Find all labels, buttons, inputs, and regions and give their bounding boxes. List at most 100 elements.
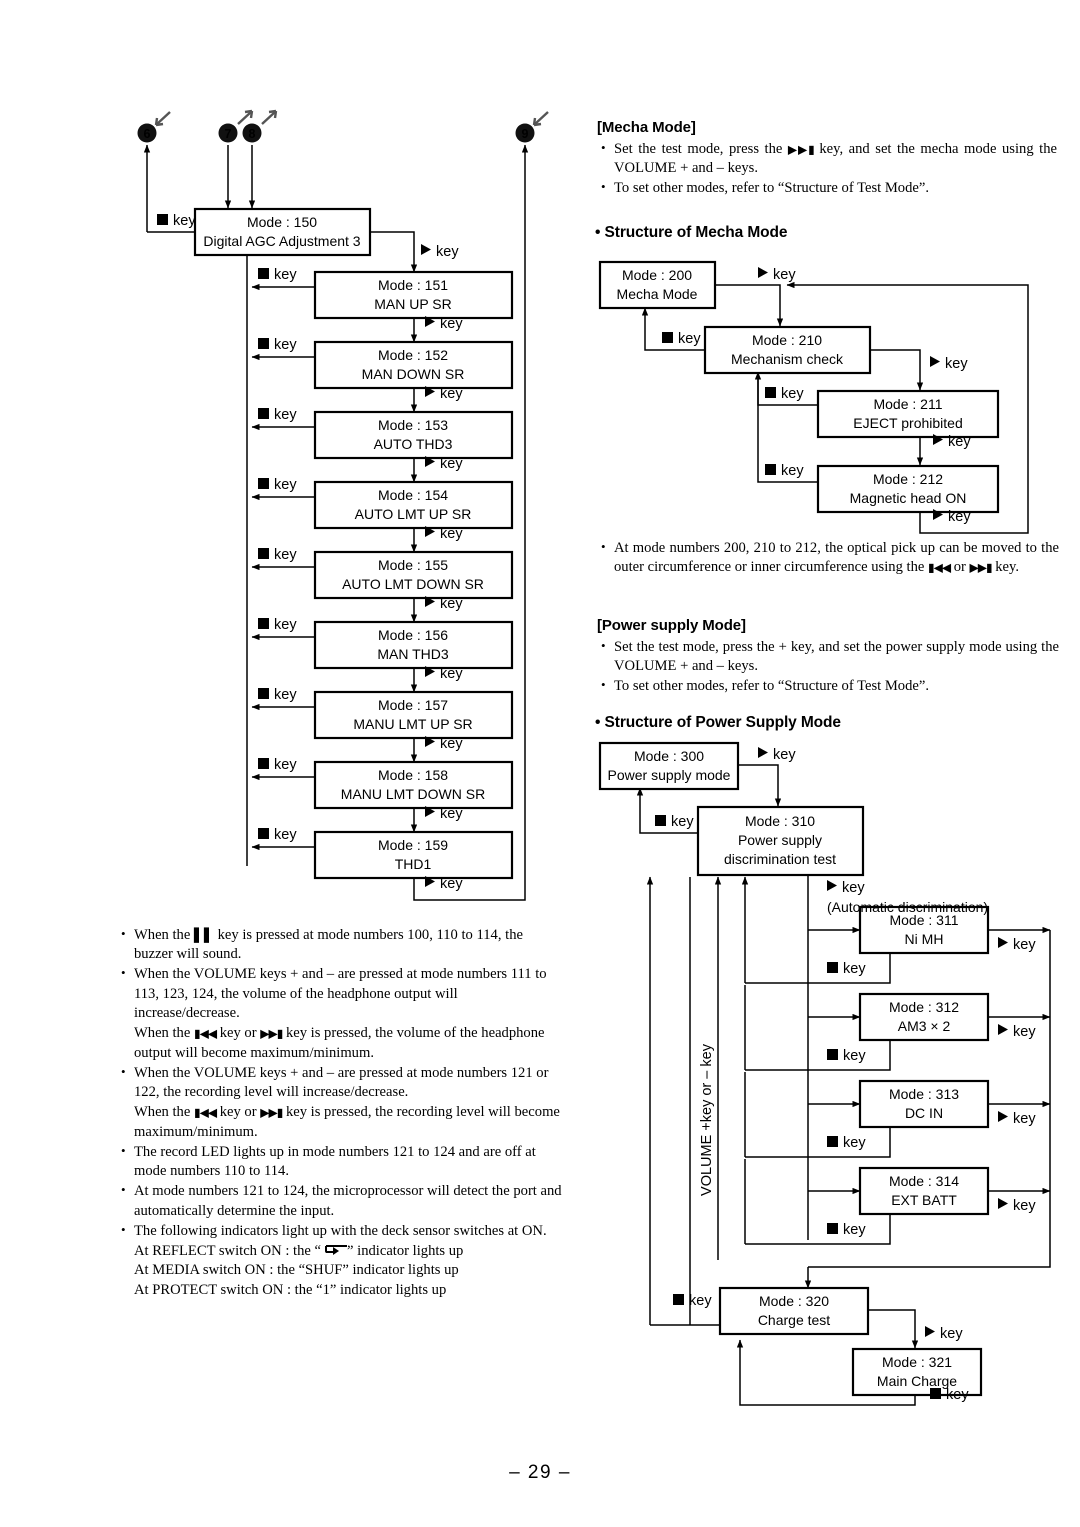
- play-key-label-310: key (Automatic discrimination): [827, 880, 988, 915]
- svg-text:key: key: [945, 356, 968, 372]
- svg-text:key: key: [440, 596, 463, 612]
- mode-box-200: Mode : 200 Mecha Mode: [598, 260, 717, 310]
- stop-key-label-311: key: [827, 961, 866, 977]
- note-bullet: Set the test mode, press the ▶▶▮ key, an…: [597, 139, 1057, 179]
- stop-icon: [258, 828, 269, 839]
- mode-name: DC IN: [905, 1105, 943, 1121]
- marker-label: 9: [522, 127, 529, 141]
- mode-number: Mode : 200: [622, 267, 692, 283]
- next-key-icon: ▶▶▮: [787, 142, 815, 157]
- stop-key-label-156: key: [258, 617, 297, 633]
- stop-icon: [258, 268, 269, 279]
- play-icon: [998, 1024, 1008, 1035]
- mode-name: Mechanism check: [731, 351, 844, 367]
- mode-box-154: Mode : 154 AUTO LMT UP SR: [313, 480, 514, 530]
- stop-icon: [827, 1136, 838, 1147]
- mode-name: AUTO THD3: [374, 436, 453, 452]
- left-column: 6 7 8 9 Mode: 150 Digital AGC Adjustmen…: [0, 0, 570, 1460]
- svg-text:key: key: [773, 747, 796, 763]
- mode-box-153: Mode : 153 AUTO THD3: [313, 410, 514, 460]
- reference-marker-9: 9: [515, 111, 549, 143]
- mode-number: Mode : 158: [378, 767, 448, 783]
- marker-arrow-icon: [532, 111, 549, 127]
- previous-key-icon: ▮◀◀: [928, 560, 951, 575]
- svg-text:key: key: [440, 876, 463, 892]
- mode-box-155: Mode : 155 AUTO LMT DOWN SR: [313, 550, 514, 600]
- svg-text:key: key: [440, 666, 463, 682]
- mode-name: Magnetic head ON: [850, 490, 967, 506]
- repeat-indicator-icon: [321, 1244, 348, 1256]
- svg-text:key: key: [1013, 1111, 1036, 1127]
- svg-text:key: key: [440, 526, 463, 542]
- svg-text:key: key: [440, 456, 463, 472]
- mode-number: Mode : 155: [378, 557, 448, 573]
- mode-box-151: Mode : 151 MAN UP SR: [313, 270, 514, 320]
- marker-label: 6: [144, 127, 151, 141]
- stop-icon: [765, 387, 776, 398]
- mode-number: Mode : 300: [634, 748, 704, 764]
- stop-icon: [827, 962, 838, 973]
- power-mode-notes: Set the test mode, press the + key, and …: [597, 637, 1059, 697]
- mecha-mode-notes: Set the test mode, press the ▶▶▮ key, an…: [597, 139, 1057, 199]
- stop-icon: [655, 815, 666, 826]
- mode-box-211: Mode : 211 EJECT prohibited: [816, 389, 1000, 439]
- note-bullet: When the ▌▌ key is pressed at mode numbe…: [117, 925, 563, 965]
- marker-label: 8: [249, 127, 256, 141]
- mode-box-150: Mode : 150 Digital AGC Adjustment 3: [193, 207, 372, 257]
- marker-arrow-icon: [261, 109, 278, 125]
- mode-number: Mode : 320: [759, 1293, 829, 1309]
- svg-text:key: key: [948, 509, 971, 525]
- mode-name: Digital AGC Adjustment 3: [203, 233, 360, 249]
- mode-name: Ni MH: [905, 931, 944, 947]
- mode-name: Charge test: [758, 1312, 830, 1328]
- svg-text:key: key: [440, 736, 463, 752]
- stop-key-label-159: key: [258, 827, 297, 843]
- play-key-label-150: key: [421, 244, 459, 260]
- mode-name: Power supply: [738, 832, 822, 848]
- svg-text:key: key: [1013, 1024, 1036, 1040]
- mode-name: AUTO LMT DOWN SR: [342, 576, 484, 592]
- svg-text:key: key: [274, 827, 297, 843]
- power-supply-flowchart: Mode : 300 Power supply mode Mode : 310 …: [598, 741, 1051, 1406]
- note-bullet: The following indicators light up with t…: [117, 1221, 563, 1241]
- note-continuation: At PROTECT switch ON : the “1” indicator…: [134, 1282, 447, 1299]
- play-icon: [421, 244, 431, 255]
- mode-number: Mode : 150: [247, 214, 317, 230]
- note-continuation: At MEDIA switch ON : the “SHUF” indicato…: [134, 1262, 459, 1279]
- svg-text:key: key: [843, 1222, 866, 1238]
- mode-box-158: Mode : 158 MANU LMT DOWN SR: [313, 760, 514, 810]
- mode-number: Mode : 212: [873, 471, 943, 487]
- stop-key-label-157: key: [258, 687, 297, 703]
- stop-icon: [673, 1294, 684, 1305]
- svg-text:key: key: [440, 386, 463, 402]
- svg-text:key: key: [274, 337, 297, 353]
- note-bullet: To set other modes, refer to “Structure …: [597, 676, 1059, 696]
- play-key-label-200: key: [758, 267, 796, 283]
- mode-name: AM3 × 2: [898, 1018, 951, 1034]
- svg-text:key: key: [781, 386, 804, 402]
- play-icon: [998, 1198, 1008, 1209]
- play-key-label-320: key: [925, 1326, 963, 1342]
- play-icon: [758, 267, 768, 278]
- svg-text:key: key: [274, 687, 297, 703]
- play-icon: [925, 1326, 935, 1337]
- mode-box-320: Mode : 320 Charge test: [718, 1286, 870, 1336]
- next-key-icon: ▶▶▮: [260, 1105, 283, 1120]
- mode-number: Mode : 154: [378, 487, 448, 503]
- svg-text:key: key: [173, 213, 196, 229]
- play-key-label-311: key: [998, 937, 1036, 953]
- stop-key-label-210: key: [662, 331, 701, 347]
- stop-key-label-151: key: [258, 267, 297, 283]
- mode-box-314: Mode : 314 EXT BATT: [858, 1166, 990, 1216]
- stop-icon: [765, 464, 776, 475]
- volume-axis-label: VOLUME +key or – key: [699, 1043, 715, 1196]
- mode-number: Mode : 310: [745, 813, 815, 829]
- stop-key-label-211: key: [765, 386, 804, 402]
- svg-text:key: key: [843, 961, 866, 977]
- mecha-after-notes: At mode numbers 200, 210 to 212, the opt…: [597, 538, 1059, 578]
- svg-text:key: key: [843, 1048, 866, 1064]
- mode-name: Power supply mode: [608, 767, 731, 783]
- play-key-label-312: key: [998, 1024, 1036, 1040]
- note-bullet: At mode numbers 200, 210 to 212, the opt…: [597, 538, 1059, 578]
- manual-page: 6 7 8 9 Mode: 150 Digital AGC Adjustmen…: [0, 0, 1080, 1527]
